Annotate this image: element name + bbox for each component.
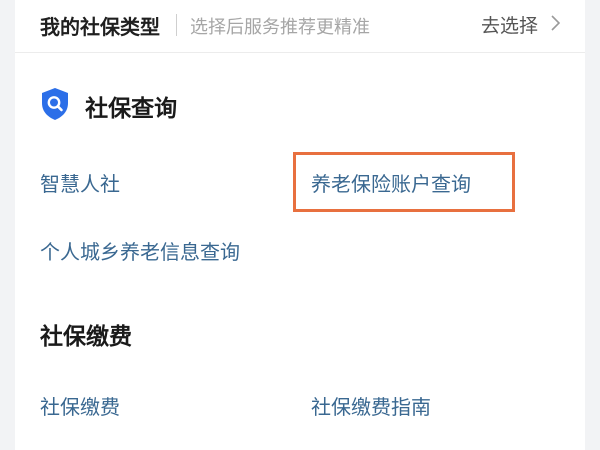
query-section-title: 社保查询 [85, 96, 178, 122]
shield-search-icon [40, 87, 70, 125]
smart-hr-link[interactable]: 智慧人社 [40, 168, 120, 197]
social-security-type-title: 我的社保类型 [40, 15, 160, 39]
services-page: 我的社保类型 选择后服务推荐更精准 去选择 社保查询 智慧人社 养老保险账户查询… [0, 0, 600, 450]
payment-guide-link[interactable]: 社保缴费指南 [311, 391, 431, 420]
urban-rural-pension-query-link[interactable]: 个人城乡养老信息查询 [40, 236, 240, 265]
services-card: 我的社保类型 选择后服务推荐更精准 去选择 社保查询 智慧人社 养老保险账户查询… [15, 0, 585, 450]
social-security-type-hint: 选择后服务推荐更精准 [190, 17, 370, 38]
divider [176, 14, 177, 36]
go-select-label: 去选择 [481, 15, 539, 37]
payment-section-title: 社保缴费 [40, 324, 132, 350]
chevron-right-icon [551, 14, 561, 35]
payment-section-header: 社保缴费 [40, 317, 132, 351]
pension-account-query-link[interactable]: 养老保险账户查询 [311, 168, 471, 197]
social-security-payment-link[interactable]: 社保缴费 [40, 391, 120, 420]
go-select-button[interactable]: 去选择 [481, 11, 561, 39]
social-security-type-row[interactable]: 我的社保类型 选择后服务推荐更精准 去选择 [15, 0, 585, 53]
query-section-header: 社保查询 [40, 87, 177, 125]
